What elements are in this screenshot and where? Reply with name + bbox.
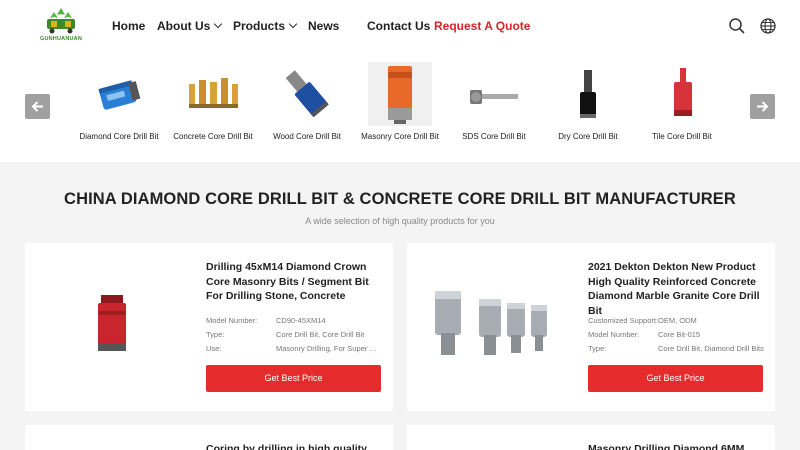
category-label: Dry Core Drill Bit — [558, 132, 618, 141]
spec-row: Use: Masonry Drilling, For Super Masonry — [206, 344, 386, 354]
spec-key: Model Number: — [588, 330, 640, 339]
spec-value: Core Drill Bit, Core Drill Bit — [276, 330, 365, 339]
nav-request-quote[interactable]: Request A Quote — [434, 19, 530, 33]
section-title: CHINA DIAMOND CORE DRILL BIT & CONCRETE … — [64, 190, 736, 208]
product-thumbnail — [181, 62, 245, 126]
product-title[interactable]: Masonry Drilling Diamond 6MM 100mm — [588, 442, 766, 450]
product-thumbnail — [462, 62, 526, 126]
globe-icon[interactable] — [759, 17, 777, 35]
spec-key: Type: — [588, 344, 607, 353]
spec-value: CD90-45XM14 — [276, 316, 326, 325]
product-thumbnail — [87, 62, 151, 126]
product-card: Drilling 45xM14 Diamond Crown Core Mason… — [25, 243, 393, 411]
nav-home[interactable]: Home — [112, 19, 145, 33]
site-header: GUNHUANUAN Home About Us Products News C… — [0, 0, 800, 52]
spec-value: Masonry Drilling, For Super Masonry — [276, 344, 382, 353]
spec-key: Use: — [206, 344, 222, 353]
category-label: Masonry Core Drill Bit — [361, 132, 439, 141]
spec-row: Type: Core Drill Bit, Diamond Drill Bits — [588, 344, 768, 354]
category-label: Diamond Core Drill Bit — [79, 132, 159, 141]
site-logo[interactable]: GUNHUANUAN — [32, 6, 90, 46]
arrow-left-icon — [31, 101, 43, 112]
spec-row: Model Number: CD90-45XM14 — [206, 316, 386, 326]
products-section: CHINA DIAMOND CORE DRILL BIT & CONCRETE … — [0, 162, 800, 450]
spec-row: Model Number: Core Bit-015 — [588, 330, 768, 340]
category-dry-core-drill-bit[interactable]: Dry Core Drill Bit — [541, 62, 635, 146]
nav-products-label: Products — [233, 19, 286, 33]
category-sds-core-drill-bit[interactable]: SDS Core Drill Bit — [447, 62, 541, 146]
product-title[interactable]: 2021 Dekton Dekton New Product High Qual… — [588, 260, 766, 318]
section-subtitle: A wide selection of high quality product… — [305, 216, 495, 226]
product-card: Masonry Drilling Diamond 6MM 100mm — [407, 425, 775, 450]
spec-key: Model Number: — [206, 316, 258, 325]
logo-text: GUNHUANUAN — [39, 36, 83, 42]
spec-value: Core Bit-015 — [658, 330, 701, 339]
category-tile-core-drill-bit[interactable]: Tile Core Drill Bit — [635, 62, 729, 146]
nav-products[interactable]: Products — [233, 19, 298, 33]
carousel-prev-button[interactable] — [25, 94, 50, 119]
category-label: Tile Core Drill Bit — [652, 132, 712, 141]
category-label: Wood Core Drill Bit — [273, 132, 341, 141]
product-thumbnail — [556, 62, 620, 126]
nav-about-label: About Us — [157, 19, 211, 33]
spec-row: Type: Core Drill Bit, Core Drill Bit — [206, 330, 386, 340]
product-card: Coring by drilling in high quality grani… — [25, 425, 393, 450]
spec-key: Customized Support: — [588, 316, 659, 325]
get-best-price-button[interactable]: Get Best Price — [206, 365, 381, 392]
category-carousel: Diamond Core Drill Bit Concrete Core Dri… — [0, 52, 800, 162]
logo-icon — [47, 8, 75, 34]
product-thumbnail — [368, 62, 432, 126]
spec-value: OEM, ODM — [658, 316, 697, 325]
product-thumbnail — [650, 62, 714, 126]
spec-row: Customized Support: OEM, ODM — [588, 316, 768, 326]
arrow-right-icon — [757, 101, 769, 112]
spec-value: Core Drill Bit, Diamond Drill Bits — [658, 344, 764, 353]
get-best-price-button[interactable]: Get Best Price — [588, 365, 763, 392]
product-thumbnail — [275, 62, 339, 126]
category-concrete-core-drill-bit[interactable]: Concrete Core Drill Bit — [166, 62, 260, 146]
chevron-down-icon — [214, 19, 223, 29]
nav-news[interactable]: News — [308, 19, 339, 33]
category-wood-core-drill-bit[interactable]: Wood Core Drill Bit — [260, 62, 354, 146]
category-masonry-core-drill-bit[interactable]: Masonry Core Drill Bit — [353, 62, 447, 146]
product-image[interactable] — [407, 243, 577, 403]
carousel-next-button[interactable] — [750, 94, 775, 119]
category-diamond-core-drill-bit[interactable]: Diamond Core Drill Bit — [72, 62, 166, 146]
spec-key: Type: — [206, 330, 225, 339]
product-card: 2021 Dekton Dekton New Product High Qual… — [407, 243, 775, 411]
nav-about-us[interactable]: About Us — [157, 19, 223, 33]
chevron-down-icon — [288, 19, 298, 29]
product-image[interactable] — [25, 243, 195, 403]
search-icon[interactable] — [728, 17, 746, 35]
product-title[interactable]: Coring by drilling in high quality grani… — [206, 442, 384, 450]
category-label: SDS Core Drill Bit — [462, 132, 526, 141]
nav-contact-us[interactable]: Contact Us — [367, 19, 430, 33]
category-label: Concrete Core Drill Bit — [173, 132, 253, 141]
product-title[interactable]: Drilling 45xM14 Diamond Crown Core Mason… — [206, 260, 384, 304]
